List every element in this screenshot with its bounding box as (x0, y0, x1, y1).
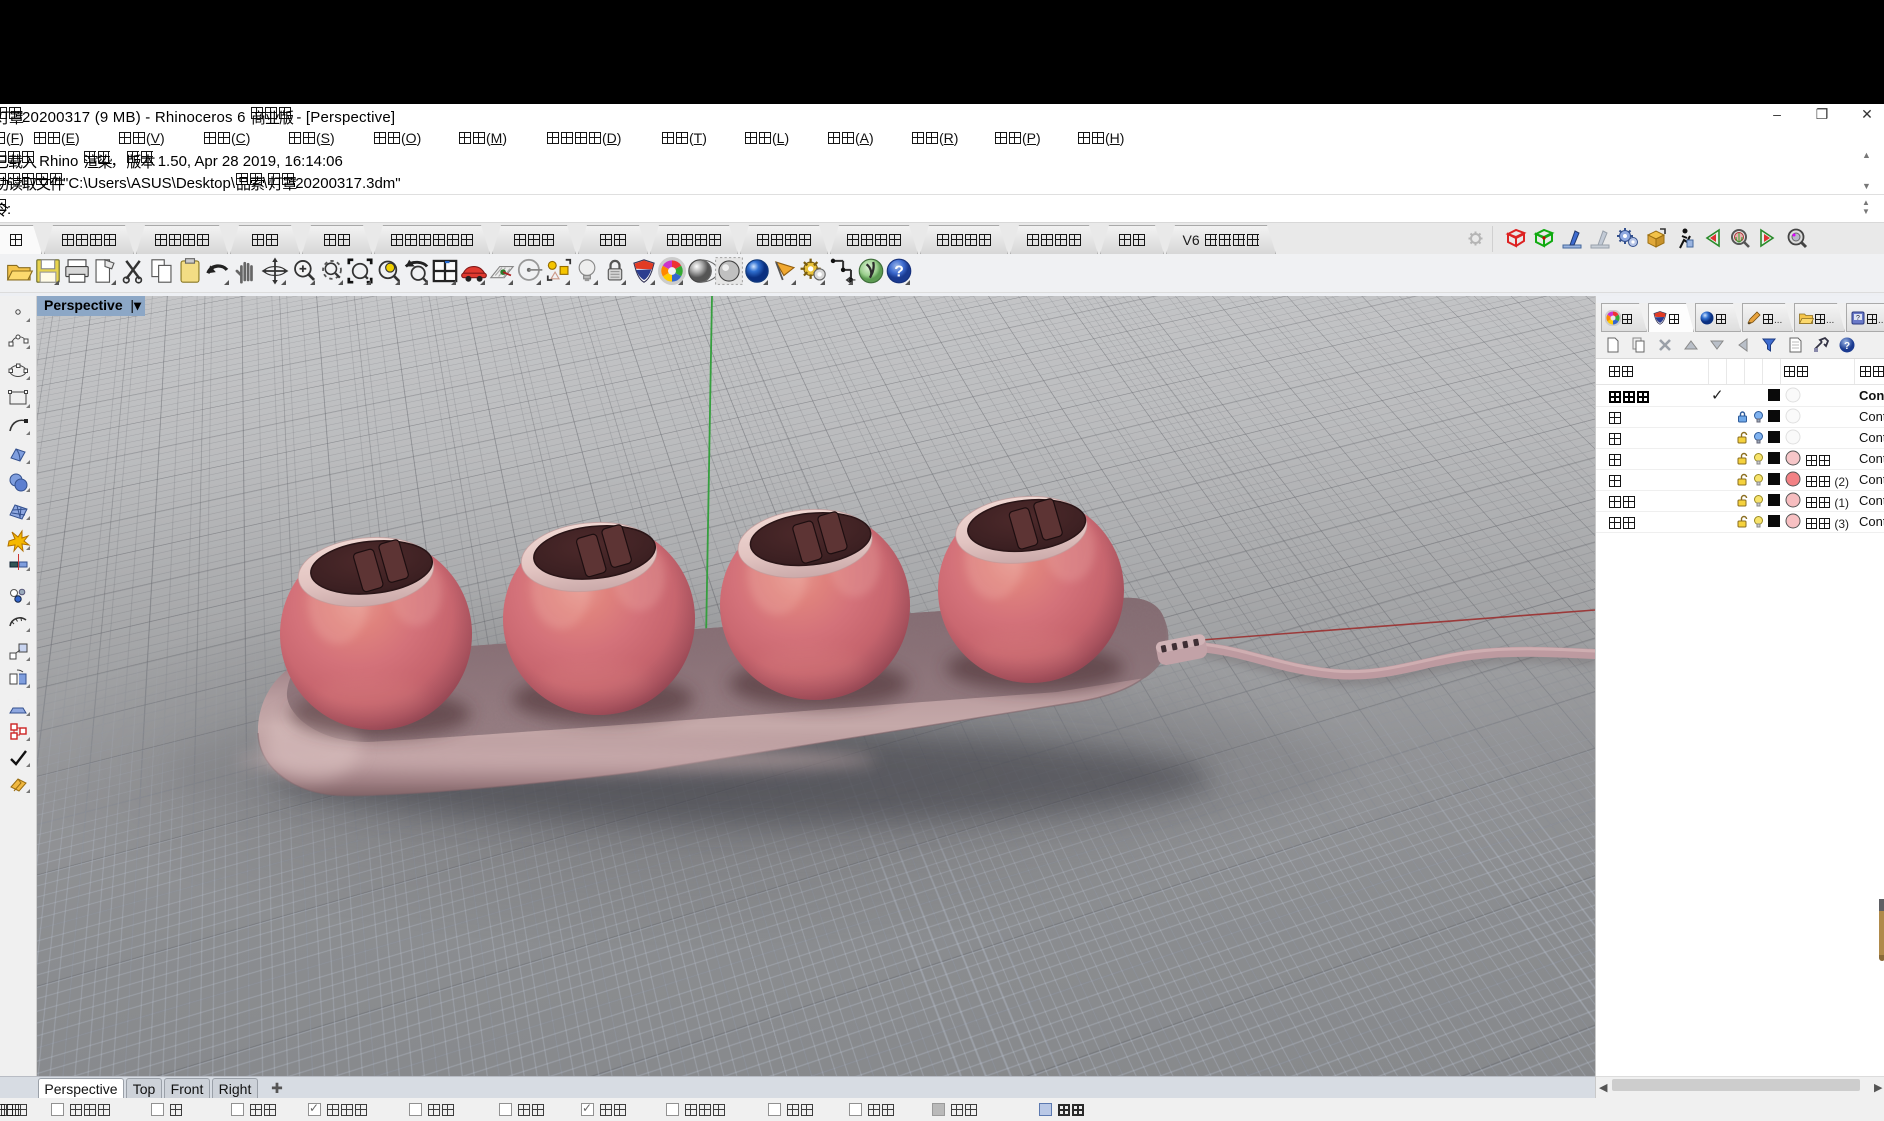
svg-text:?: ? (1844, 341, 1850, 352)
svg-text:?: ? (894, 264, 904, 281)
svg-text:?: ? (1856, 315, 1860, 322)
